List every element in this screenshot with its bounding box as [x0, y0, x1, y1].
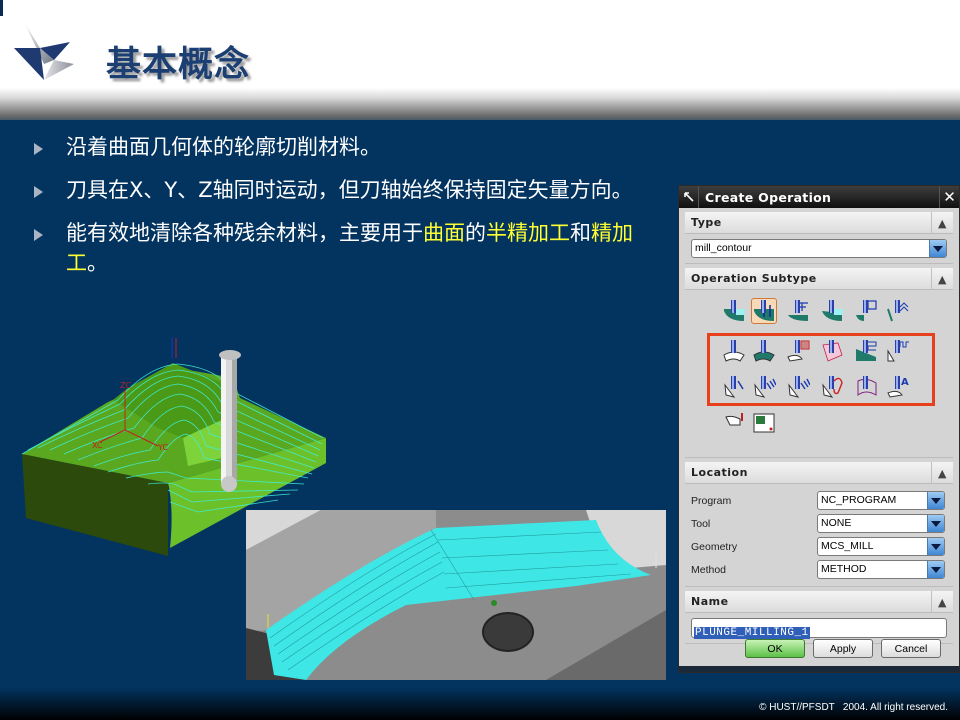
svg-text:YC: YC: [157, 443, 168, 452]
location-row-method: Method METHOD: [691, 558, 947, 581]
flowcut-multiple-icon[interactable]: [751, 374, 777, 400]
create-operation-dialog: Create Operation ✕ Type ▲ mill_contour O…: [678, 185, 960, 673]
geometry-select[interactable]: MCS_MILL: [817, 537, 945, 556]
dialog-title: Create Operation: [705, 189, 832, 205]
location-row-geometry: Geometry MCS_MILL: [691, 535, 947, 558]
collapse-icon[interactable]: ▲: [931, 462, 953, 484]
bullet-arrow-icon: [34, 143, 43, 155]
dialog-bottom-edge: [679, 666, 959, 672]
tool-select[interactable]: NONE: [817, 514, 945, 533]
subtype-section-label: Operation Subtype: [691, 272, 817, 285]
rest-milling-icon[interactable]: [819, 298, 845, 324]
highlight-text: 曲面: [423, 221, 465, 245]
collapse-icon[interactable]: ▲: [931, 591, 953, 613]
copyright-text: © HUST//PFSDT 2004. All right reserved.: [759, 702, 948, 713]
bullet-segment: 刀具在X、Y、Z轴同时运动，但刀轴始终保持固定矢量方向。: [66, 178, 633, 202]
dialog-titlebar[interactable]: Create Operation ✕: [679, 186, 959, 208]
flowcut-smooth-icon[interactable]: [819, 374, 845, 400]
collapse-icon[interactable]: ▲: [931, 268, 953, 290]
contour-area-non-steep-icon[interactable]: [853, 338, 879, 364]
mill-control-icon[interactable]: [751, 410, 777, 436]
type-select-value: mill_contour: [695, 242, 752, 254]
bullet-list: 沿着曲面几何体的轮廓切削材料。 刀具在X、Y、Z轴同时运动，但刀轴始终保持固定矢…: [30, 132, 660, 291]
name-input-value: PLUNGE_MILLING_1: [694, 627, 810, 639]
surface-model-image: [246, 510, 666, 680]
name-input[interactable]: PLUNGE_MILLING_1: [691, 618, 947, 639]
ok-button[interactable]: OK: [745, 639, 805, 658]
bullet-segment: 的: [465, 221, 486, 245]
subtype-icon-grid: A: [685, 290, 953, 458]
cancel-button[interactable]: Cancel: [881, 639, 941, 658]
contour-surface-area-icon[interactable]: [785, 338, 811, 364]
bullet-arrow-icon: [34, 229, 43, 241]
bullet-segment: 。: [87, 251, 108, 275]
flowcut-single-icon[interactable]: [721, 374, 747, 400]
svg-text:XC: XC: [92, 441, 103, 450]
pin-icon[interactable]: [679, 186, 699, 208]
bullet-segment: 和: [570, 221, 591, 245]
geometry-value: MCS_MILL: [821, 540, 874, 552]
contour-area-icon[interactable]: [751, 338, 777, 364]
type-section: mill_contour: [685, 234, 953, 264]
logo-icon: [14, 22, 74, 80]
location-section-header[interactable]: Location ▲: [685, 462, 953, 484]
apply-button[interactable]: Apply: [813, 639, 873, 658]
slide-footer: © HUST//PFSDT 2004. All right reserved.: [0, 688, 960, 720]
dialog-buttons: OK Apply Cancel: [679, 639, 959, 658]
subtype-section-header[interactable]: Operation Subtype ▲: [685, 268, 953, 290]
corner-rough-icon[interactable]: [785, 298, 811, 324]
contour-text-icon[interactable]: A: [885, 374, 911, 400]
type-select[interactable]: mill_contour: [691, 239, 947, 258]
cavity-mill-icon[interactable]: [721, 298, 747, 324]
bullet-text: 刀具在X、Y、Z轴同时运动，但刀轴始终保持固定矢量方向。: [66, 178, 633, 202]
chevron-down-icon[interactable]: [927, 515, 944, 532]
highlight-text: 半精加工: [486, 221, 570, 245]
fixed-contour-icon[interactable]: [721, 338, 747, 364]
collapse-icon[interactable]: ▲: [931, 212, 953, 234]
bullet-item: 沿着曲面几何体的轮廓切削材料。: [30, 132, 660, 162]
geometry-label: Geometry: [691, 540, 738, 553]
type-section-header[interactable]: Type ▲: [685, 212, 953, 234]
bullet-segment: 能有效地清除各种残余材料，主要用于: [66, 221, 423, 245]
zlevel-profile-icon[interactable]: [853, 298, 879, 324]
flowcut-ref-tool-icon[interactable]: [785, 374, 811, 400]
plunge-milling-icon[interactable]: [751, 298, 777, 324]
method-select[interactable]: METHOD: [817, 560, 945, 579]
mill-user-icon[interactable]: [721, 410, 747, 436]
location-row-program: Program NC_PROGRAM: [691, 489, 947, 512]
bullet-segment: 沿着曲面几何体的轮廓切削材料。: [66, 135, 381, 159]
slide-header: 基本概念: [0, 0, 960, 120]
close-icon[interactable]: ✕: [939, 186, 959, 208]
svg-text:A: A: [901, 377, 909, 388]
zlevel-corner-icon[interactable]: [885, 298, 911, 324]
bullet-arrow-icon: [34, 186, 43, 198]
contour-area-dir-steep-icon[interactable]: [885, 338, 911, 364]
bullet-text: 沿着曲面几何体的轮廓切削材料。: [66, 135, 381, 159]
program-value: NC_PROGRAM: [821, 494, 897, 506]
chevron-down-icon[interactable]: [927, 538, 944, 555]
name-section-label: Name: [691, 595, 729, 608]
streamline-icon[interactable]: [819, 338, 845, 364]
type-section-label: Type: [691, 216, 722, 229]
method-label: Method: [691, 563, 727, 576]
svg-text:ZC: ZC: [120, 381, 131, 390]
tool-label: Tool: [691, 517, 711, 530]
bullet-text: 能有效地清除各种残余材料，主要用于曲面的半精加工和精加工。: [66, 221, 633, 275]
location-row-tool: Tool NONE: [691, 512, 947, 535]
name-section-header[interactable]: Name ▲: [685, 591, 953, 613]
tool-value: NONE: [821, 517, 852, 529]
location-section: Program NC_PROGRAM Tool NONE Geometry MC…: [685, 484, 953, 587]
profile-3d-icon[interactable]: [853, 374, 879, 400]
chevron-down-icon[interactable]: [929, 240, 946, 257]
chevron-down-icon[interactable]: [927, 561, 944, 578]
bullet-item: 能有效地清除各种残余材料，主要用于曲面的半精加工和精加工。: [30, 218, 660, 278]
location-section-label: Location: [691, 466, 748, 479]
corner-mark: [0, 0, 3, 16]
method-value: METHOD: [821, 563, 867, 575]
bullet-item: 刀具在X、Y、Z轴同时运动，但刀轴始终保持固定矢量方向。: [30, 175, 660, 205]
program-select[interactable]: NC_PROGRAM: [817, 491, 945, 510]
chevron-down-icon[interactable]: [927, 492, 944, 509]
program-label: Program: [691, 494, 732, 507]
page-title: 基本概念: [106, 44, 251, 85]
